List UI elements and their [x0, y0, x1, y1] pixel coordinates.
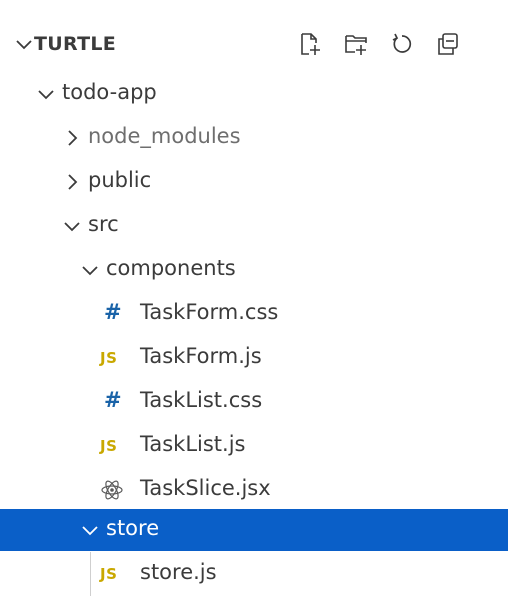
js-file-icon: JS — [100, 565, 118, 583]
refresh-icon — [392, 33, 412, 53]
tree-item-store[interactable]: store — [0, 509, 508, 551]
css-file-icon: # — [104, 300, 122, 324]
tree-item-taskform-css[interactable]: # TaskForm.css — [0, 292, 508, 336]
new-file-button[interactable] — [292, 26, 328, 62]
tree-item-label: store — [106, 516, 160, 540]
tree-item-public[interactable]: public — [0, 160, 508, 204]
tree-item-taskform-js[interactable]: JS TaskForm.js — [0, 336, 508, 380]
tree-item-label: node_modules — [88, 124, 241, 148]
explorer-actions — [292, 26, 476, 62]
explorer-section-title: TURTLE — [34, 33, 117, 55]
indent-guide — [90, 552, 91, 596]
tree-item-components[interactable]: components — [0, 248, 508, 292]
tree-item-label: TaskSlice.jsx — [140, 476, 271, 500]
tree-item-tasklist-css[interactable]: # TaskList.css — [0, 380, 508, 424]
tree-item-label: todo-app — [62, 80, 157, 104]
tree-item-label: TaskForm.css — [140, 300, 279, 324]
tree-item-label: components — [106, 256, 236, 280]
tree-item-src[interactable]: src — [0, 204, 508, 248]
tree-item-label: TaskList.js — [140, 432, 246, 456]
tree-item-label: src — [88, 212, 119, 236]
react-file-icon — [101, 480, 123, 500]
chevron-down-icon — [38, 90, 54, 100]
tree-item-label: TaskForm.js — [140, 344, 262, 368]
chevron-down-icon — [64, 222, 80, 232]
tree-item-label: public — [88, 168, 152, 192]
tree-item-store-js[interactable]: JS store.js — [0, 552, 508, 596]
chevron-right-icon — [68, 130, 78, 146]
new-folder-icon — [345, 35, 367, 55]
new-file-icon — [301, 33, 320, 55]
js-file-icon: JS — [100, 349, 118, 367]
chevron-down-icon — [16, 40, 32, 50]
tree-item-node-modules[interactable]: node_modules — [0, 116, 508, 160]
tree-item-label: TaskList.css — [140, 388, 263, 412]
tree-item-tasklist-js[interactable]: JS TaskList.js — [0, 424, 508, 468]
explorer-section-header[interactable]: TURTLE — [0, 22, 508, 68]
collapse-all-icon — [438, 33, 458, 55]
tree-item-label: store.js — [140, 560, 217, 584]
chevron-down-icon — [82, 526, 98, 536]
refresh-button[interactable] — [384, 26, 420, 62]
chevron-right-icon — [68, 174, 78, 190]
tree-item-todo-app[interactable]: todo-app — [0, 72, 508, 116]
chevron-down-icon — [82, 266, 98, 276]
tree-item-taskslice-jsx[interactable]: TaskSlice.jsx — [0, 468, 508, 512]
collapse-all-button[interactable] — [430, 26, 466, 62]
new-folder-button[interactable] — [338, 26, 374, 62]
js-file-icon: JS — [100, 437, 118, 455]
css-file-icon: # — [104, 388, 122, 412]
